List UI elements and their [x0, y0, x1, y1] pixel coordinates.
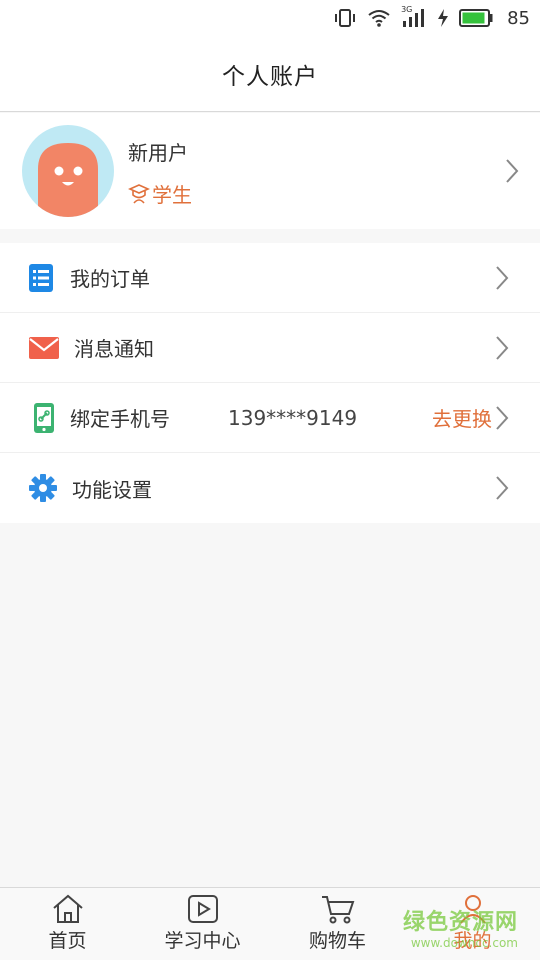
chevron-right-icon: [496, 405, 509, 430]
menu-item-messages[interactable]: 消息通知: [0, 313, 540, 383]
menu-list: 我的订单 消息通知 绑定手机号 139****9149 去更换 功能设置: [0, 243, 540, 523]
vibrate-icon: [335, 9, 356, 27]
role-label: 学生: [152, 183, 192, 207]
user-icon: [459, 895, 486, 924]
cell-signal-icon: 3G: [401, 5, 427, 29]
battery-icon: [459, 9, 493, 27]
profile-card[interactable]: 新用户 学生: [0, 113, 540, 229]
nav-label-home: 首页: [48, 930, 87, 952]
change-phone-link[interactable]: 去更换: [432, 403, 492, 432]
menu-label-orders: 我的订单: [70, 267, 150, 291]
phone-number: 139****9149: [228, 405, 358, 430]
menu-item-bind-phone[interactable]: 绑定手机号 139****9149 去更换: [0, 383, 540, 453]
play-icon: [187, 895, 218, 923]
menu-item-settings[interactable]: 功能设置: [0, 453, 540, 523]
nav-label-cart: 购物车: [308, 930, 366, 952]
menu-label-bind-phone: 绑定手机号: [70, 407, 170, 431]
battery-level: 85: [507, 7, 530, 29]
header: 个人账户: [0, 36, 540, 112]
nav-label-study: 学习中心: [164, 930, 241, 952]
user-name: 新用户: [128, 141, 188, 165]
order-list-icon: [29, 263, 53, 292]
charging-icon: [438, 9, 449, 27]
nav-item-cart[interactable]: 购物车: [270, 888, 405, 960]
phone-link-icon: [34, 402, 54, 433]
home-icon: [52, 894, 83, 923]
nav-item-study[interactable]: 学习中心: [135, 888, 270, 960]
screen: 3G 85 个人账户 新用户 学生 我的订单 消息通知 绑定手机号 139***…: [0, 0, 540, 960]
wifi-icon: [368, 10, 390, 27]
mail-icon: [29, 336, 59, 359]
chevron-right-icon: [496, 476, 509, 500]
status-bar: 3G 85: [0, 0, 540, 36]
nav-item-home[interactable]: 首页: [0, 888, 135, 960]
cart-icon: [321, 896, 354, 924]
user-role: 学生: [128, 179, 192, 208]
ghost-avatar-icon: [38, 143, 98, 217]
menu-label-settings: 功能设置: [72, 477, 152, 502]
student-icon: [128, 183, 150, 204]
page-title: 个人账户: [222, 63, 318, 90]
avatar[interactable]: [22, 125, 114, 217]
chevron-right-icon: [506, 159, 519, 183]
chevron-right-icon: [496, 335, 509, 360]
chevron-right-icon: [496, 265, 509, 290]
nav-label-mine: 我的: [453, 930, 492, 952]
bottom-nav: 首页 学习中心 购物车 我的: [0, 887, 540, 960]
menu-item-orders[interactable]: 我的订单: [0, 243, 540, 313]
menu-label-messages: 消息通知: [74, 337, 154, 361]
gear-icon: [29, 474, 57, 502]
nav-item-mine[interactable]: 我的: [405, 888, 540, 960]
